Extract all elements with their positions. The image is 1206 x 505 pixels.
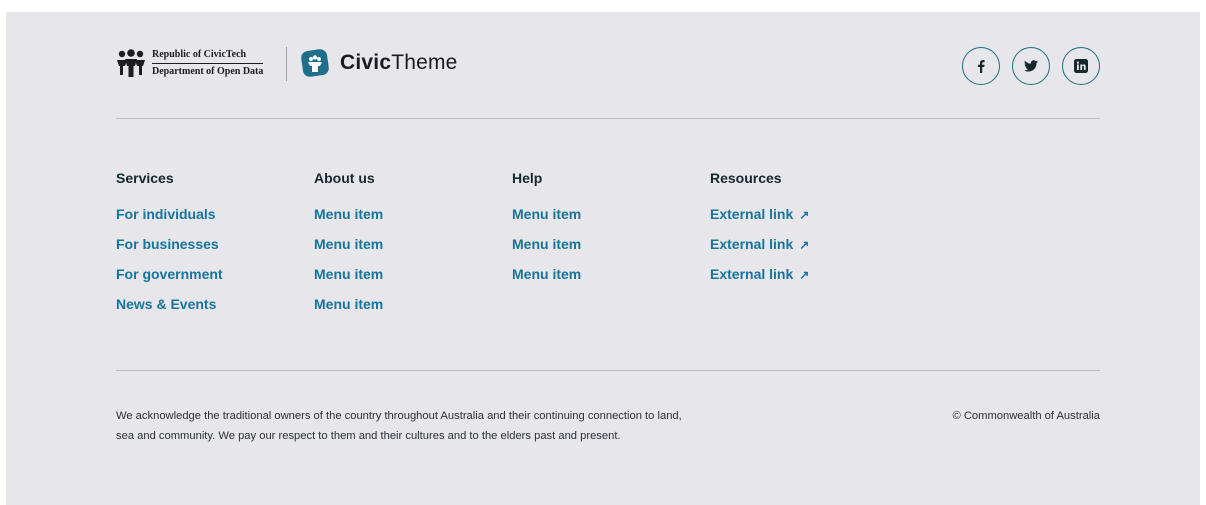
government-name: Republic of CivicTech Department of Open… (152, 49, 264, 78)
about-menu-item[interactable]: Menu item (314, 237, 512, 267)
civictheme-wordmark-bold: Civic (340, 51, 392, 74)
help-menu-item[interactable]: Menu item (512, 237, 710, 267)
bottom-divider (116, 370, 1100, 371)
footer-menus: Services For individuals For businesses … (116, 170, 908, 327)
external-link-label: External link (710, 236, 794, 252)
external-link-label: External link (710, 266, 794, 282)
facebook-link[interactable] (962, 47, 1000, 85)
external-link-icon: ↗ (799, 238, 810, 252)
social-links (962, 47, 1100, 85)
external-link-label: External link (710, 206, 794, 222)
external-link[interactable]: External link ↗ (710, 207, 908, 237)
government-logo[interactable]: Republic of CivicTech Department of Open… (116, 48, 264, 78)
civictheme-mark-icon (301, 49, 329, 77)
logo-divider (286, 47, 287, 81)
menu-heading-about-us: About us (314, 170, 375, 186)
linkedin-link[interactable] (1062, 47, 1100, 85)
civictheme-wordmark-light: Theme (391, 51, 458, 74)
people-emblem-icon (117, 49, 145, 77)
external-link[interactable]: External link ↗ (710, 267, 908, 297)
facebook-icon (978, 60, 985, 73)
menu-help: Help Menu item Menu item Menu item (512, 170, 710, 327)
link-news-events[interactable]: News & Events (116, 297, 314, 327)
menu-heading-help: Help (512, 170, 543, 186)
about-menu-item[interactable]: Menu item (314, 297, 512, 327)
site-footer: Republic of CivicTech Department of Open… (6, 12, 1200, 505)
link-for-individuals[interactable]: For individuals (116, 207, 314, 237)
menu-resources: Resources External link ↗ External link ↗ … (710, 170, 908, 327)
help-menu-item[interactable]: Menu item (512, 207, 710, 237)
link-for-government[interactable]: For government (116, 267, 314, 297)
government-name-line1: Republic of CivicTech (152, 49, 264, 64)
twitter-icon (1024, 60, 1038, 72)
civictheme-logo[interactable]: CivicTheme (300, 48, 458, 78)
civictheme-wordmark: CivicTheme (340, 51, 458, 75)
copyright-notice: © Commonwealth of Australia (952, 410, 1100, 422)
menu-about-us: About us Menu item Menu item Menu item M… (314, 170, 512, 327)
external-link-icon: ↗ (799, 208, 810, 222)
help-menu-item[interactable]: Menu item (512, 267, 710, 297)
external-link[interactable]: External link ↗ (710, 237, 908, 267)
top-divider (116, 118, 1100, 119)
acknowledgement-of-country: We acknowledge the traditional owners of… (116, 410, 682, 442)
footer-inner: Republic of CivicTech Department of Open… (116, 12, 1100, 505)
twitter-link[interactable] (1012, 47, 1050, 85)
link-for-businesses[interactable]: For businesses (116, 237, 314, 267)
about-menu-item[interactable]: Menu item (314, 267, 512, 297)
external-link-icon: ↗ (799, 268, 810, 282)
government-name-line2: Department of Open Data (152, 65, 264, 77)
about-menu-item[interactable]: Menu item (314, 207, 512, 237)
menu-heading-resources: Resources (710, 170, 782, 186)
linkedin-icon (1074, 59, 1088, 73)
menu-heading-services: Services (116, 170, 174, 186)
menu-services: Services For individuals For businesses … (116, 170, 314, 327)
